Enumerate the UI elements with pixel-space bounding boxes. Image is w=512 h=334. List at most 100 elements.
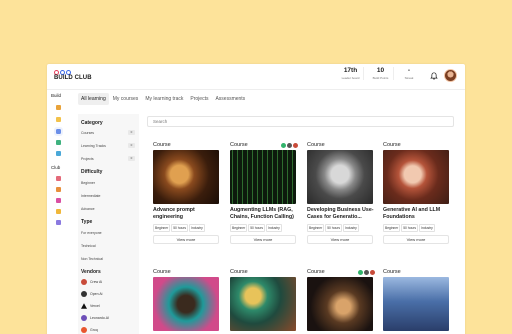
card-type: Course bbox=[230, 142, 248, 148]
filter-projects[interactable]: Projects bbox=[81, 157, 94, 161]
filter-vendor-vercel[interactable]: Vercel bbox=[90, 304, 100, 308]
filter-technical[interactable]: Technical bbox=[81, 244, 96, 248]
openai-logo-icon bbox=[81, 291, 87, 297]
assessments-icon[interactable] bbox=[56, 151, 61, 156]
rail-build-label: Build bbox=[51, 93, 62, 98]
tag: Industry bbox=[343, 224, 359, 232]
search-placeholder: Search bbox=[153, 119, 168, 124]
filter-vendor-open-ai[interactable]: Open Ai bbox=[90, 292, 102, 296]
card-type: Course bbox=[230, 269, 248, 275]
card-title: Advance prompt engineering bbox=[153, 207, 195, 220]
stat-label: Build Points bbox=[372, 76, 389, 80]
tab-my-learning-track[interactable]: My learning track bbox=[142, 93, 186, 105]
tab-assessments[interactable]: Assessments bbox=[212, 93, 248, 105]
filter-count: 0 bbox=[128, 130, 135, 135]
filter-non-technical[interactable]: Non Technical bbox=[81, 257, 103, 261]
stat-build-points[interactable]: 10 Build Points bbox=[368, 67, 394, 80]
community-icon[interactable] bbox=[56, 176, 61, 181]
course-thumbnail bbox=[307, 277, 373, 331]
stat-label: Leader board bbox=[341, 76, 360, 80]
course-card[interactable]: Course Developing Business Use-Cases for… bbox=[307, 142, 379, 246]
card-tags: Beginner 50 hours Industry bbox=[383, 224, 435, 232]
course-card[interactable]: Course bbox=[230, 269, 302, 334]
challenges-icon[interactable] bbox=[56, 140, 61, 145]
difficulty-heading: Difficulty bbox=[81, 169, 103, 175]
courses-icon[interactable] bbox=[54, 127, 63, 136]
tag: Industry bbox=[266, 224, 282, 232]
card-tags: Beginner 50 hours Industry bbox=[307, 224, 359, 232]
tag: Beginner bbox=[383, 224, 401, 232]
view-more-button[interactable]: View more bbox=[153, 235, 219, 244]
card-type: Course bbox=[153, 269, 171, 275]
course-thumbnail bbox=[153, 150, 219, 204]
course-card[interactable]: Course bbox=[153, 269, 225, 334]
tag: Industry bbox=[189, 224, 205, 232]
filter-courses[interactable]: Courses bbox=[81, 131, 94, 135]
view-more-button[interactable]: View more bbox=[230, 235, 296, 244]
course-thumbnail bbox=[230, 277, 296, 331]
tag: 50 hours bbox=[401, 224, 419, 232]
user-avatar[interactable] bbox=[444, 69, 457, 82]
filter-for-everyone[interactable]: For everyone bbox=[81, 231, 102, 235]
category-heading: Category bbox=[81, 120, 103, 126]
filter-advance[interactable]: Advance bbox=[81, 207, 95, 211]
crew-ai-logo-icon bbox=[81, 279, 87, 285]
tag: Beginner bbox=[230, 224, 248, 232]
tag: Beginner bbox=[153, 224, 171, 232]
vendor-badge-icon bbox=[287, 143, 292, 148]
vendors-heading: Vendors bbox=[81, 269, 101, 275]
top-bar: BUILD CLUB 17th Leader board 10 Build Po… bbox=[47, 64, 465, 90]
perks-icon[interactable] bbox=[56, 220, 61, 225]
view-more-button[interactable]: View more bbox=[383, 235, 449, 244]
filter-vendor-groq[interactable]: Groq bbox=[90, 328, 98, 332]
vendor-badge-icon bbox=[370, 270, 375, 275]
filter-intermediate[interactable]: Intermediate bbox=[81, 194, 100, 198]
tab-all-learning[interactable]: All learning bbox=[78, 93, 109, 105]
projects-icon[interactable] bbox=[56, 117, 61, 122]
view-more-button[interactable]: View more bbox=[307, 235, 373, 244]
bell-icon[interactable] bbox=[430, 72, 438, 80]
filter-beginner[interactable]: Beginner bbox=[81, 181, 95, 185]
learning-tabs: All learning My courses My learning trac… bbox=[78, 93, 249, 105]
course-card[interactable]: Course Augmenting LLMs (RAG, Chains, Fun… bbox=[230, 142, 302, 246]
jobs-icon[interactable] bbox=[56, 209, 61, 214]
events-icon[interactable] bbox=[56, 187, 61, 192]
filter-vendor-crew-ai[interactable]: Crew Ai bbox=[90, 280, 102, 284]
vercel-logo-icon bbox=[81, 303, 87, 309]
card-type: Course bbox=[383, 269, 401, 275]
stat-streak[interactable]: - Streak bbox=[396, 67, 422, 80]
brand-name: BUILD CLUB bbox=[54, 75, 92, 81]
tag: 50 hours bbox=[248, 224, 266, 232]
filter-count: 0 bbox=[128, 143, 135, 148]
filter-learning-tracks[interactable]: Learning Tracks bbox=[81, 144, 106, 148]
tab-projects[interactable]: Projects bbox=[187, 93, 211, 105]
search-input[interactable]: Search bbox=[147, 116, 454, 127]
stat-value: 10 bbox=[376, 67, 385, 74]
card-type: Course bbox=[307, 142, 325, 148]
vendor-badges bbox=[281, 143, 298, 148]
course-thumbnail bbox=[307, 150, 373, 204]
learning-icon[interactable] bbox=[56, 105, 61, 110]
card-type: Course bbox=[307, 269, 325, 275]
announcements-icon[interactable] bbox=[56, 198, 61, 203]
tag: Beginner bbox=[307, 224, 325, 232]
stat-leaderboard[interactable]: 17th Leader board bbox=[338, 67, 364, 80]
vendor-badge-icon bbox=[281, 143, 286, 148]
filters-panel: Category Courses 0 Learning Tracks 0 Pro… bbox=[78, 114, 139, 334]
course-card[interactable]: Course bbox=[383, 269, 455, 334]
stat-value: 17th bbox=[343, 67, 358, 74]
course-card[interactable]: Course Advance prompt engineering Beginn… bbox=[153, 142, 225, 246]
course-card[interactable]: Course Generative AI and LLM Foundations… bbox=[383, 142, 455, 246]
tag: 50 hours bbox=[325, 224, 343, 232]
course-card[interactable]: Course bbox=[307, 269, 379, 334]
filter-vendor-leonardo-ai[interactable]: Leonardo.AI bbox=[90, 316, 109, 320]
stat-label: Streak bbox=[404, 76, 414, 80]
course-thumbnail bbox=[383, 277, 449, 331]
filter-count: 0 bbox=[128, 156, 135, 161]
vendor-badges bbox=[358, 270, 375, 275]
course-thumbnail bbox=[383, 150, 449, 204]
vendor-badge-icon bbox=[358, 270, 363, 275]
app-window: BUILD CLUB 17th Leader board 10 Build Po… bbox=[47, 64, 465, 334]
tab-my-courses[interactable]: My courses bbox=[110, 93, 142, 105]
build-club-logo[interactable]: BUILD CLUB bbox=[54, 70, 94, 86]
